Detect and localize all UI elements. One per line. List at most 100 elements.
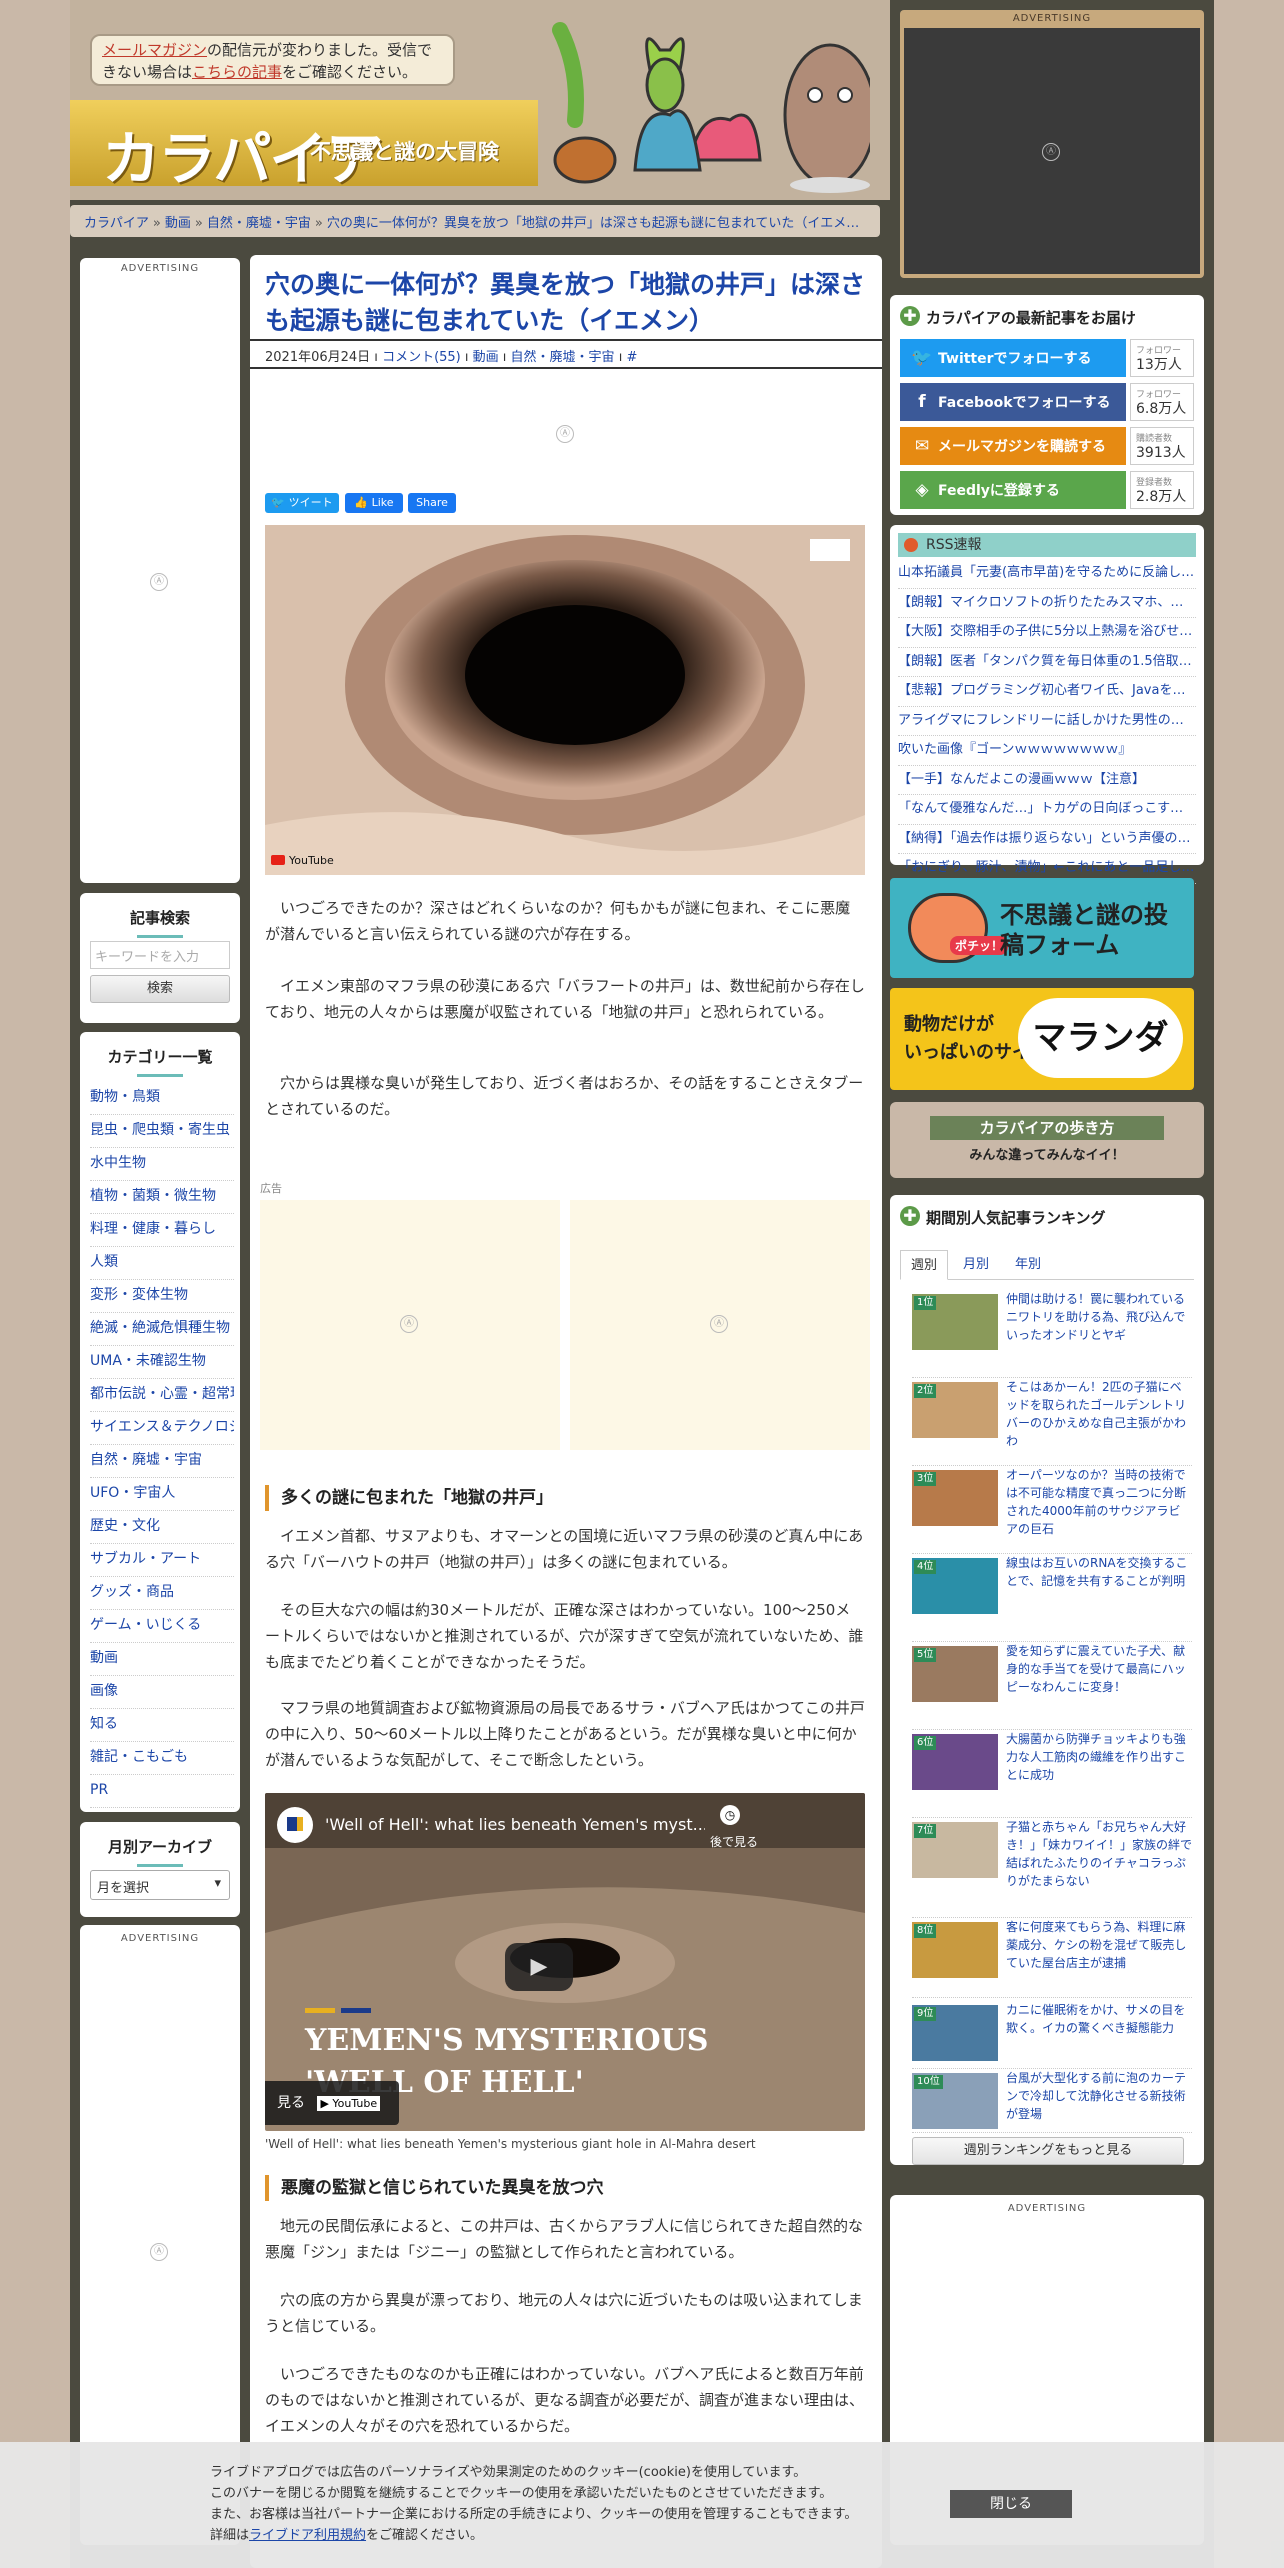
play-button-icon[interactable]: ▶ [505,1943,573,1991]
follow-mail-button[interactable]: ✉ メールマガジンを購読する [900,427,1126,465]
ranking-text[interactable]: 線虫はお互いのRNAを交換することで、記憶を共有することが判明 [1006,1554,1192,1590]
ranking-text[interactable]: 愛を知らずに震えていた子犬、献身的な手当てを受けて最高にハッピーなわんこに変身！ [1006,1642,1192,1696]
ranking-item[interactable]: 7位 子猫と赤ちゃん「お兄ちゃん大好き！」「妹カワイイ！」家族の絆で結ばれたふたり… [912,1818,1192,1918]
category-item[interactable]: 変形・変体生物 [90,1280,234,1313]
ranking-thumbnail[interactable]: 2位 [912,1382,998,1438]
category-item[interactable]: 雑記・こもごも [90,1742,234,1775]
ranking-item[interactable]: 9位 カニに催眠術をかけ、サメの目を欺く。イカの驚くべき擬態能力 [912,2001,1192,2069]
cookie-close-button[interactable]: 閉じる [950,2490,1072,2518]
tab-monthly[interactable]: 月別 [952,1250,1000,1280]
category-item[interactable]: 料理・健康・暮らし [90,1214,234,1247]
search-input[interactable]: キーワードを入力 [90,941,230,969]
top-right-ad[interactable]: ADVERTISING Ⓐ [900,10,1204,278]
ranking-thumbnail[interactable]: 7位 [912,1822,998,1878]
rss-item[interactable]: 山本拓議員「元妻(高市早苗)を守るために反論し… [898,559,1196,589]
category-item[interactable]: グッズ・商品 [90,1577,234,1610]
ranking-text[interactable]: 子猫と赤ちゃん「お兄ちゃん大好き！」「妹カワイイ！」家族の絆で結ばれたふたりのイ… [1006,1818,1192,1890]
rss-item[interactable]: 【一手】なんだよこの漫画ｗｗｗ【注意】 [898,766,1196,795]
youtube-embed[interactable]: 'Well of Hell': what lies beneath Yemen'… [265,1793,865,2131]
rss-item[interactable]: 【悲報】プログラミング初心者ワイ氏、Javaを… [898,677,1196,707]
ranking-text[interactable]: 台風が大型化する前に泡のカーテンで冷却して沈静化させる新技術が登場 [1006,2069,1192,2123]
ranking-item[interactable]: 6位 大腸菌から防弾チョッキよりも強力な人工筋肉の繊維を作り出すことに成功 [912,1730,1192,1818]
follow-facebook-button[interactable]: f Facebookでフォローする [900,383,1126,421]
category-item[interactable]: UMA・未確認生物 [90,1346,234,1379]
category-item[interactable]: ゲーム・いじくる [90,1610,234,1643]
facebook-share-button[interactable]: Share [408,493,456,513]
breadcrumb-current[interactable]: 穴の奥に一体何が？異臭を放つ「地獄の井戸」は深さも起源も謎に包まれていた（イエメ… [327,216,872,231]
rss-item[interactable]: 【大阪】交際相手の子供に5分以上熱湯を浴びせ… [898,618,1196,648]
category-item[interactable]: サブカル・アート [90,1544,234,1577]
follow-feedly-button[interactable]: ◈ Feedlyに登録する [900,471,1126,509]
archive-month-select[interactable]: 月を選択 [90,1870,230,1900]
ad-choices-icon[interactable]: Ⓐ [150,573,168,591]
facebook-like-button[interactable]: 👍 Like [345,493,403,513]
ranking-thumbnail[interactable]: 9位 [912,2005,998,2061]
tweet-button[interactable]: 🐦 ツイート [265,493,339,513]
rss-item[interactable]: 「なんて優雅なんだ…」トカゲの日向ぼっこする… [898,795,1196,825]
rss-item[interactable]: 【朗報】マイクロソフトの折りたたみスマホ、と… [898,589,1196,618]
breadcrumb-video[interactable]: 動画 [165,216,191,231]
ranking-thumbnail[interactable]: 8位 [912,1922,998,1978]
category-item[interactable]: 画像 [90,1676,234,1709]
mail-magazine-link[interactable]: メールマガジン [102,41,207,59]
ranking-text[interactable]: カニに催眠術をかけ、サメの目を欺く。イカの驚くべき擬態能力 [1006,2001,1192,2037]
ranking-item[interactable]: 1位 仲間は助ける！罠に襲われているニワトリを助ける為、飛び込んでいったオンドリと… [912,1290,1192,1378]
ranking-text[interactable]: 仲間は助ける！罠に襲われているニワトリを助ける為、飛び込んでいったオンドリとヤギ [1006,1290,1192,1344]
guide-ribbon[interactable]: カラパイアの歩き方 [930,1116,1164,1140]
breadcrumb-home[interactable]: カラパイア [84,216,149,231]
category-item[interactable]: 動物・鳥類 [90,1082,234,1115]
category-item[interactable]: PR [90,1775,234,1808]
ad-choices-icon[interactable]: Ⓐ [710,1315,728,1333]
ranking-text[interactable]: オーパーツなのか？当時の技術では不可能な精度で真っ二つに分断された4000年前の… [1006,1466,1192,1538]
malander-banner[interactable]: 動物だけが いっぱいのサイト マランダー [890,988,1194,1090]
ad-choices-icon[interactable]: Ⓐ [400,1315,418,1333]
watch-later-icon[interactable]: ◷ [720,1805,740,1825]
ranking-thumbnail[interactable]: 3位 [912,1470,998,1526]
article-category-video[interactable]: 動画 [473,350,499,365]
rss-item[interactable]: 【納得】「過去作は振り返らない」という声優の… [898,825,1196,854]
ranking-item[interactable]: 5位 愛を知らずに震えていた子犬、献身的な手当てを受けて最高にハッピーなわんこに変… [912,1642,1192,1730]
inline-ad-right[interactable]: Ⓐ [570,1200,870,1450]
ranking-item[interactable]: 8位 客に何度来てもらう為、料理に麻薬成分、ケシの粉を混ぜて販売していた屋台店主が… [912,1918,1192,1998]
ad-choices-icon[interactable]: Ⓐ [150,2243,168,2261]
terms-link[interactable]: ライブドア利用規約 [249,2528,366,2543]
category-item[interactable]: 動画 [90,1643,234,1676]
category-item[interactable]: 昆虫・爬虫類・寄生虫 [90,1115,234,1148]
ad-choices-icon[interactable]: Ⓐ [1042,143,1060,161]
follow-twitter-button[interactable]: 🐦 Twitterでフォローする [900,339,1126,377]
ranking-more-button[interactable]: 週別ランキングをもっと見る [912,2137,1184,2165]
category-item[interactable]: UFO・宇宙人 [90,1478,234,1511]
category-item[interactable]: 都市伝説・心霊・超常現象 [90,1379,234,1412]
ranking-item[interactable]: 3位 オーパーツなのか？当時の技術では不可能な精度で真っ二つに分断された4000年… [912,1466,1192,1554]
breadcrumb-category[interactable]: 自然・廃墟・宇宙 [207,216,311,231]
ranking-item[interactable]: 10位 台風が大型化する前に泡のカーテンで冷却して沈静化させる新技術が登場 [912,2069,1192,2133]
submission-form-banner[interactable]: ポチッ！ 不思議と謎の投稿フォーム [890,878,1194,978]
video-title[interactable]: 'Well of Hell': what lies beneath Yemen'… [325,1815,705,1834]
category-item[interactable]: サイエンス＆テクノロジー [90,1412,234,1445]
ranking-thumbnail[interactable]: 5位 [912,1646,998,1702]
tab-yearly[interactable]: 年別 [1004,1250,1052,1280]
ranking-text[interactable]: 客に何度来てもらう為、料理に麻薬成分、ケシの粉を混ぜて販売していた屋台店主が逮捕 [1006,1918,1192,1972]
tab-weekly[interactable]: 週別 [900,1250,948,1280]
category-item[interactable]: 人類 [90,1247,234,1280]
permalink[interactable]: # [626,350,637,365]
inline-ad-left[interactable]: Ⓐ [260,1200,560,1450]
category-item[interactable]: 自然・廃墟・宇宙 [90,1445,234,1478]
notice-article-link[interactable]: こちらの記事 [192,63,282,81]
ranking-thumbnail[interactable]: 10位 [912,2073,998,2129]
category-item[interactable]: 歴史・文化 [90,1511,234,1544]
logo-band[interactable]: カラパイア 不思議と謎の大冒険 [70,100,538,193]
watch-on-youtube-button[interactable]: 見る ▶ YouTube [265,2081,399,2125]
ad-choices-icon[interactable]: Ⓐ [556,425,574,443]
search-button[interactable]: 検索 [90,975,230,1003]
ranking-thumbnail[interactable]: 6位 [912,1734,998,1790]
rss-item[interactable]: 【朗報】医者「タンパク質を毎日体重の1.5倍取… [898,648,1196,677]
category-item[interactable]: 植物・菌類・微生物 [90,1181,234,1214]
category-item[interactable]: 水中生物 [90,1148,234,1181]
hero-image-hole[interactable]: YouTube [265,525,865,875]
ranking-thumbnail[interactable]: 4位 [912,1558,998,1614]
ad-slot[interactable]: Ⓐ [904,28,1200,274]
ranking-thumbnail[interactable]: 1位 [912,1294,998,1350]
comments-link[interactable]: コメント(55) [382,350,461,365]
ranking-item[interactable]: 4位 線虫はお互いのRNAを交換することで、記憶を共有することが判明 [912,1554,1192,1642]
